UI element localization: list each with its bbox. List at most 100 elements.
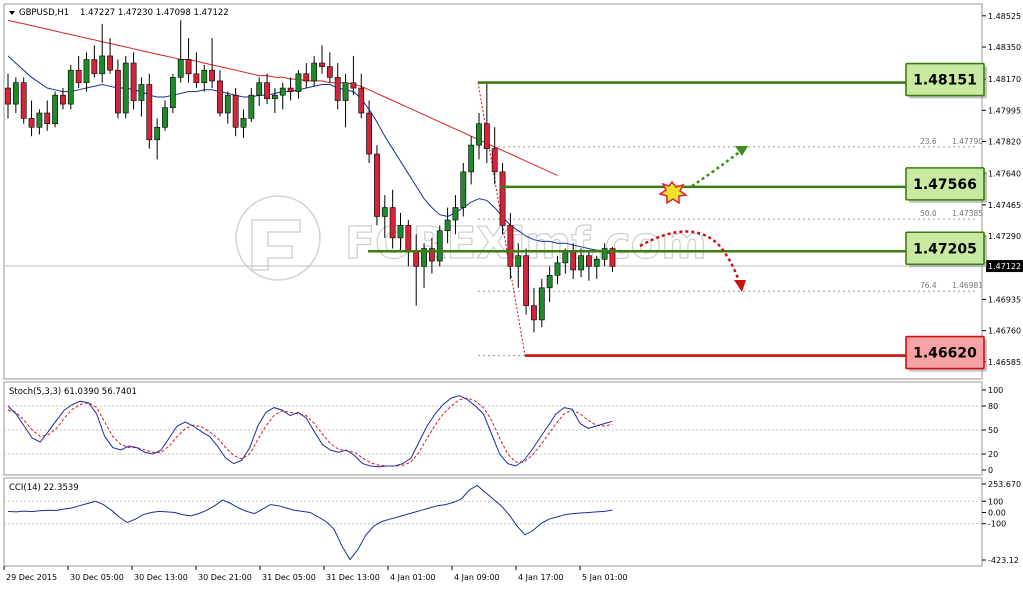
time-tick-label: 4 Jan 01:00 bbox=[390, 573, 436, 582]
level-box-label: 1.47205 bbox=[913, 241, 977, 257]
bear-candle bbox=[209, 69, 215, 82]
bear-candle bbox=[130, 62, 137, 101]
cci-tick-label: 253.670 bbox=[988, 480, 1021, 489]
bear-candle bbox=[91, 59, 98, 75]
bear-candle bbox=[334, 77, 341, 101]
bear-candle bbox=[350, 82, 357, 89]
bull-candle bbox=[162, 107, 168, 128]
bear-candle bbox=[20, 82, 27, 119]
bull-candle bbox=[169, 77, 176, 108]
bull-candle bbox=[515, 255, 522, 267]
cci-tick-label: 100 bbox=[988, 497, 1003, 506]
price-tick-label: 1.47995 bbox=[988, 106, 1021, 115]
fib-price-label: 1.47790 bbox=[952, 137, 983, 146]
bear-candle bbox=[491, 148, 498, 173]
fib-ratio-label: 23.6 bbox=[920, 137, 937, 146]
bear-candle bbox=[413, 251, 420, 267]
bear-candle bbox=[389, 207, 396, 239]
price-tick-label: 1.48350 bbox=[988, 43, 1021, 52]
stoch-tick-label: 50 bbox=[988, 426, 998, 435]
bull-candle bbox=[256, 82, 263, 96]
bear-candle bbox=[217, 80, 223, 114]
bear-candle bbox=[264, 82, 270, 100]
bear-candle bbox=[303, 73, 310, 82]
bull-candle bbox=[279, 87, 286, 96]
bull-candle bbox=[381, 207, 388, 217]
fib-price-label: 1.46981 bbox=[952, 281, 983, 290]
bear-candle bbox=[146, 84, 153, 141]
bull-candle bbox=[452, 207, 459, 221]
ohlc-label: 1.47227 1.47230 1.47098 1.47122 bbox=[80, 8, 229, 18]
bear-candle bbox=[570, 251, 577, 271]
bull-candle bbox=[201, 69, 208, 83]
bear-candle bbox=[232, 94, 239, 128]
bull-candle bbox=[240, 118, 247, 128]
time-tick-label: 30 Dec 13:00 bbox=[134, 573, 188, 582]
fib-ratio-label: 50.0 bbox=[920, 209, 937, 218]
chart-window: FOREXimf.com 23.6 1.47790 50.0 1.47385 76.4 1… bbox=[0, 0, 1023, 589]
bear-candle bbox=[531, 305, 537, 321]
bull-candle bbox=[554, 262, 561, 276]
bull-candle bbox=[295, 73, 302, 92]
bear-candle bbox=[326, 66, 333, 78]
stoch-panel-frame bbox=[3, 381, 983, 476]
price-tick-label: 1.46585 bbox=[988, 358, 1021, 367]
bull-candle bbox=[177, 59, 184, 78]
price-tick-label: 1.47290 bbox=[988, 232, 1021, 241]
bull-candle bbox=[476, 123, 482, 146]
bear-candle bbox=[405, 225, 412, 253]
symbol-label: GBPUSD,H1 bbox=[19, 8, 69, 18]
time-tick-label: 5 Jan 01:00 bbox=[582, 573, 628, 582]
cci-tick-label: -100 bbox=[988, 520, 1006, 529]
cci-tick-label: 0.00 bbox=[988, 508, 1006, 517]
bull-candle bbox=[593, 258, 600, 267]
bear-candle bbox=[185, 59, 192, 75]
bull-candle bbox=[444, 219, 451, 232]
bear-candle bbox=[60, 94, 66, 105]
cci-tick-label: -423.12 bbox=[988, 556, 1019, 565]
bull-candle bbox=[468, 144, 475, 173]
bear-candle bbox=[115, 69, 121, 114]
price-tick-label: 1.47465 bbox=[988, 201, 1021, 210]
stoch-title: Stoch(5,3,3) 61.0390 56.7401 bbox=[9, 387, 137, 397]
time-tick-label: 31 Dec 13:00 bbox=[326, 573, 380, 582]
fib-ratio-label: 76.4 bbox=[920, 281, 937, 290]
stoch-tick-label: 0 bbox=[988, 466, 993, 475]
time-tick-label: 4 Jan 09:00 bbox=[454, 573, 500, 582]
bear-candle bbox=[366, 112, 372, 155]
stoch-tick-label: 20 bbox=[988, 450, 998, 459]
chart-header: GBPUSD,H1 1.47227 1.47230 1.47098 1.4712… bbox=[9, 8, 229, 18]
bull-candle bbox=[436, 230, 443, 262]
price-tick-label: 1.46935 bbox=[988, 295, 1021, 304]
bear-candle bbox=[585, 255, 592, 267]
bear-candle bbox=[523, 255, 529, 306]
bear-candle bbox=[75, 69, 82, 83]
bull-candle bbox=[154, 126, 161, 141]
bear-candle bbox=[499, 171, 506, 226]
price-tick-label: 1.47820 bbox=[988, 138, 1021, 147]
chart-canvas: FOREXimf.com 23.6 1.4779050.0 1.4738576.4 1… bbox=[3, 3, 1023, 582]
time-tick-label: 4 Jan 17:00 bbox=[518, 573, 564, 582]
bull-candle bbox=[122, 62, 129, 114]
bull-candle bbox=[12, 82, 19, 105]
bear-candle bbox=[193, 73, 200, 83]
bull-candle bbox=[342, 82, 349, 101]
bull-candle bbox=[538, 287, 545, 321]
current-price-label: 1.47122 bbox=[988, 262, 1021, 271]
bull-candle bbox=[271, 94, 278, 100]
bear-candle bbox=[319, 62, 325, 67]
price-tick-label: 1.46760 bbox=[988, 327, 1021, 336]
bear-candle bbox=[287, 87, 294, 92]
time-tick-label: 29 Dec 2015 bbox=[6, 573, 57, 582]
level-box-label: 1.46620 bbox=[913, 346, 977, 362]
time-tick-label: 30 Dec 21:00 bbox=[198, 573, 252, 582]
main-panel-frame bbox=[3, 3, 983, 380]
bull-candle bbox=[248, 94, 255, 119]
bull-candle bbox=[562, 251, 569, 264]
bear-candle bbox=[374, 153, 380, 217]
stoch-tick-label: 100 bbox=[988, 386, 1003, 395]
bear-candle bbox=[107, 55, 113, 71]
cci-title: CCI(14) 22.3539 bbox=[9, 483, 79, 493]
stoch-tick-label: 80 bbox=[988, 402, 998, 411]
bull-candle bbox=[52, 94, 58, 125]
